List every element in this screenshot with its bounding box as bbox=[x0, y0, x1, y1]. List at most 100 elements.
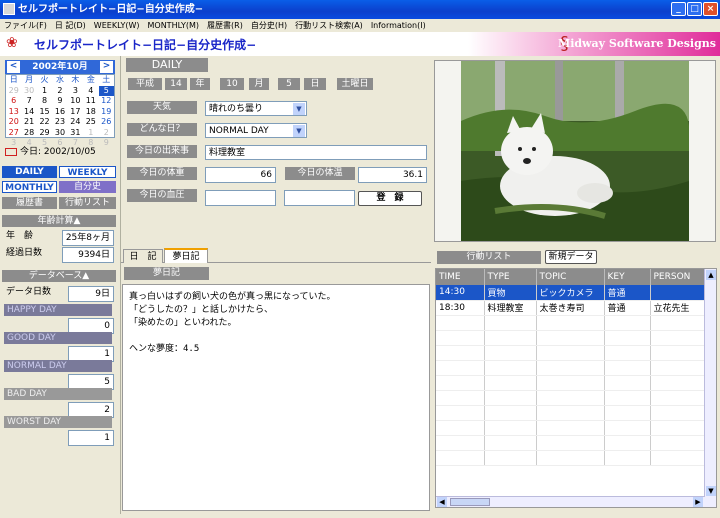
table-row[interactable] bbox=[436, 450, 716, 466]
calendar-day[interactable]: 2 bbox=[52, 86, 67, 97]
database-header[interactable]: データベース▲ bbox=[2, 270, 116, 282]
calendar-day[interactable]: 26 bbox=[99, 117, 114, 128]
calendar-day[interactable]: 22 bbox=[37, 117, 52, 128]
calendar-day[interactable]: 27 bbox=[6, 128, 21, 139]
menu-jibunshi[interactable]: 自分史(H) bbox=[247, 19, 291, 32]
calendar-day[interactable]: 1 bbox=[83, 128, 98, 139]
tab-dream-diary[interactable]: 夢日記 bbox=[164, 248, 208, 263]
table-row[interactable] bbox=[436, 315, 716, 331]
calendar-day[interactable]: 8 bbox=[37, 96, 52, 107]
menu-action-search[interactable]: 行動リスト検索(A) bbox=[291, 19, 367, 32]
scroll-left-icon[interactable]: ◀ bbox=[437, 497, 447, 507]
table-row[interactable] bbox=[436, 330, 716, 346]
calendar-day[interactable]: 25 bbox=[83, 117, 98, 128]
scroll-right-icon[interactable]: ▶ bbox=[693, 497, 703, 507]
dream-diary-textarea[interactable]: 真っ白いはずの飼い犬の色が真っ黒になっていた。 「どうしたの？」と話しかけたら、… bbox=[122, 284, 430, 511]
weather-select[interactable]: 晴れのち曇り ▼ bbox=[205, 101, 307, 116]
diary-line: 「染めたの」といわれた。 bbox=[129, 318, 237, 328]
scroll-down-icon[interactable]: ▼ bbox=[706, 486, 716, 496]
prev-month-button[interactable]: < bbox=[7, 61, 20, 73]
resume-button[interactable]: 履歴書 bbox=[2, 197, 57, 209]
daily-button[interactable]: DAILY bbox=[2, 166, 57, 178]
next-month-button[interactable]: > bbox=[100, 61, 113, 73]
calendar-day[interactable]: 6 bbox=[6, 96, 21, 107]
tab-diary[interactable]: 日 記 bbox=[123, 249, 163, 263]
calendar-day[interactable]: 18 bbox=[83, 107, 98, 118]
calendar-day[interactable]: 3 bbox=[68, 86, 83, 97]
calendar-day[interactable]: 1 bbox=[37, 86, 52, 97]
calendar-day[interactable]: 11 bbox=[83, 96, 98, 107]
column-key[interactable]: KEY bbox=[604, 269, 651, 285]
calendar-day[interactable]: 20 bbox=[6, 117, 21, 128]
calendar-day[interactable]: 30 bbox=[52, 128, 67, 139]
menu-diary[interactable]: 日 記(D) bbox=[51, 19, 90, 32]
table-row[interactable] bbox=[436, 390, 716, 406]
calendar-day[interactable]: 21 bbox=[21, 117, 36, 128]
age-calc-header[interactable]: 年齢計算▲ bbox=[2, 215, 116, 227]
menu-monthly[interactable]: MONTHLY(M) bbox=[144, 19, 204, 32]
menu-information[interactable]: Information(I) bbox=[367, 19, 430, 32]
temperature-label: 今日の体温 bbox=[285, 167, 355, 180]
chevron-down-icon[interactable]: ▼ bbox=[293, 103, 305, 115]
action-list-button[interactable]: 行動リスト bbox=[59, 197, 116, 209]
jibunshi-button[interactable]: 自分史 bbox=[59, 181, 116, 193]
calendar-day[interactable]: 13 bbox=[6, 107, 21, 118]
table-row[interactable] bbox=[436, 360, 716, 376]
calendar-day[interactable]: 28 bbox=[21, 128, 36, 139]
calendar-day[interactable]: 12 bbox=[99, 96, 114, 107]
calendar-day[interactable]: 7 bbox=[21, 96, 36, 107]
column-topic[interactable]: TOPIC bbox=[536, 269, 605, 285]
calendar-week: 13 14 15 16 17 18 19 bbox=[6, 107, 114, 118]
table-row[interactable]: 14:30 買物 ビックカメラ 普通 bbox=[436, 285, 716, 301]
new-data-button[interactable]: 新規データ bbox=[545, 250, 597, 264]
chevron-down-icon[interactable]: ▼ bbox=[293, 125, 305, 137]
today-indicator[interactable]: 今日: 2002/10/05 bbox=[5, 146, 115, 158]
daytype-select[interactable]: NORMAL DAY ▼ bbox=[205, 123, 307, 138]
scroll-up-icon[interactable]: ▲ bbox=[706, 270, 716, 280]
table-row[interactable] bbox=[436, 405, 716, 421]
dog-photo-image bbox=[461, 61, 689, 241]
event-input[interactable]: 料理教室 bbox=[205, 145, 427, 160]
calendar-day[interactable]: 9 bbox=[52, 96, 67, 107]
calendar-day[interactable]: 17 bbox=[68, 107, 83, 118]
table-row[interactable] bbox=[436, 375, 716, 391]
blood-pressure-low-input[interactable] bbox=[284, 190, 355, 206]
calendar-day[interactable]: 23 bbox=[52, 117, 67, 128]
column-type[interactable]: TYPE bbox=[484, 269, 537, 285]
maximize-button[interactable]: □ bbox=[687, 2, 702, 16]
calendar-day-selected[interactable]: 5 bbox=[98, 85, 114, 96]
calendar-day[interactable]: 19 bbox=[99, 107, 114, 118]
menu-file[interactable]: ファイル(F) bbox=[0, 19, 51, 32]
table-row[interactable] bbox=[436, 345, 716, 361]
table-row[interactable] bbox=[436, 420, 716, 436]
close-button[interactable]: × bbox=[703, 2, 718, 16]
weekly-button[interactable]: WEEKLY bbox=[59, 166, 116, 178]
column-time[interactable]: TIME bbox=[436, 269, 485, 285]
calendar-day[interactable]: 10 bbox=[68, 96, 83, 107]
calendar-day[interactable]: 14 bbox=[21, 107, 36, 118]
calendar-day[interactable]: 31 bbox=[68, 128, 83, 139]
blood-pressure-high-input[interactable] bbox=[205, 190, 276, 206]
daily-photo[interactable] bbox=[434, 60, 716, 242]
table-row[interactable] bbox=[436, 435, 716, 451]
menu-resume[interactable]: 履歴書(R) bbox=[203, 19, 247, 32]
calendar-day[interactable]: 24 bbox=[68, 117, 83, 128]
weight-input[interactable]: 66 bbox=[205, 167, 276, 183]
calendar-day[interactable]: 30 bbox=[21, 86, 36, 97]
horizontal-scrollbar[interactable]: ◀ ▶ bbox=[436, 496, 716, 507]
calendar-day[interactable]: 2 bbox=[99, 128, 114, 139]
temperature-input[interactable]: 36.1 bbox=[358, 167, 427, 183]
calendar-day[interactable]: 29 bbox=[37, 128, 52, 139]
minimize-button[interactable]: _ bbox=[671, 2, 686, 16]
menu-weekly[interactable]: WEEKLY(W) bbox=[90, 19, 144, 32]
action-list-table: TIME TYPE TOPIC KEY PERSON 14:30 買物 ビックカ… bbox=[435, 268, 717, 508]
scroll-thumb[interactable] bbox=[450, 498, 490, 506]
calendar-day[interactable]: 29 bbox=[6, 86, 21, 97]
calendar-day[interactable]: 15 bbox=[37, 107, 52, 118]
calendar-day[interactable]: 4 bbox=[83, 86, 98, 97]
calendar-day[interactable]: 16 bbox=[52, 107, 67, 118]
table-row[interactable]: 18:30 料理教室 太巻き寿司 普通 立花先生 bbox=[436, 300, 716, 316]
vertical-scrollbar[interactable]: ▲ ▼ bbox=[704, 269, 716, 497]
monthly-button[interactable]: MONTHLY bbox=[2, 181, 57, 193]
register-button[interactable]: 登 録 bbox=[358, 191, 422, 206]
